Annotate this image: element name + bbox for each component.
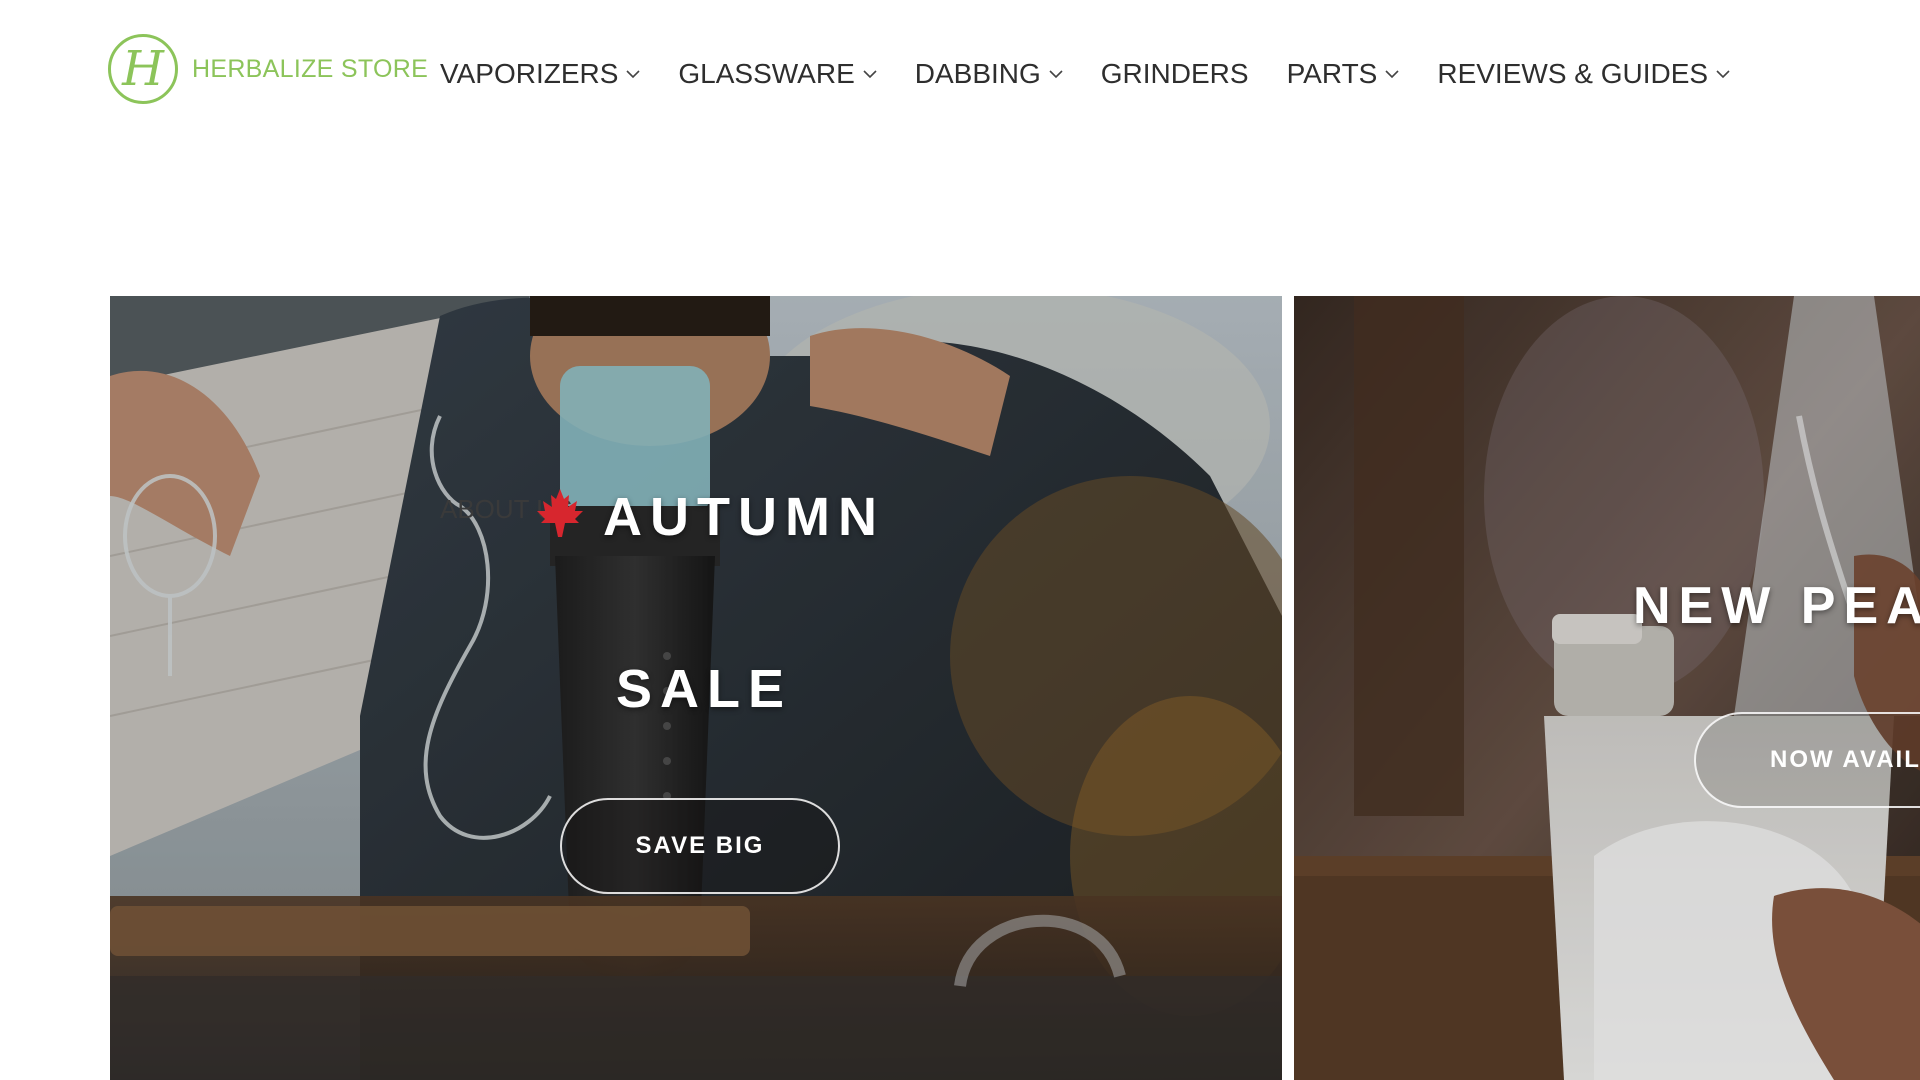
nav-glassware[interactable]: GLASSWARE xyxy=(678,58,877,90)
maple-leaf-icon xyxy=(537,489,583,537)
nav-parts[interactable]: PARTS xyxy=(1287,58,1400,90)
hero-slide-new-peak[interactable] xyxy=(1294,296,1920,1080)
chevron-down-icon xyxy=(1385,69,1399,79)
nav-label: PARTS xyxy=(1286,58,1378,89)
nav-label: VAPORIZERS xyxy=(440,58,619,89)
nav-grinders[interactable]: GRINDERS xyxy=(1101,58,1249,90)
nav-reviews-guides[interactable]: REVIEWS & GUIDES xyxy=(1437,58,1730,90)
nav-vaporizers[interactable]: VAPORIZERS xyxy=(440,58,640,90)
slide-title-line1: AUTUMN xyxy=(603,487,885,547)
logo-text: HERBALIZE STORE xyxy=(192,54,429,83)
chevron-down-icon xyxy=(1716,69,1730,79)
chevron-down-icon xyxy=(626,69,640,79)
logo-link[interactable]: H HERBALIZE STORE xyxy=(108,32,428,106)
nav-label: DABBING xyxy=(914,58,1041,89)
now-available-button[interactable]: NOW AVAIL xyxy=(1694,712,1920,808)
chevron-down-icon xyxy=(1049,69,1063,79)
nav-dabbing[interactable]: DABBING xyxy=(915,58,1063,90)
nav-label: REVIEWS & GUIDES xyxy=(1437,58,1709,89)
slide-title-line2: SALE xyxy=(616,659,793,719)
save-big-button[interactable]: SAVE BIG xyxy=(560,798,840,894)
main-nav: VAPORIZERS GLASSWARE DABBING GRINDERS PA… xyxy=(440,52,1768,96)
slide-title: NEW PEA xyxy=(1633,577,1920,635)
nav-label: GLASSWARE xyxy=(678,58,855,89)
nav-label: GRINDERS xyxy=(1100,58,1249,89)
hero-image-peak-device xyxy=(1294,296,1920,1080)
logo-icon: H xyxy=(108,34,178,104)
chevron-down-icon xyxy=(863,69,877,79)
